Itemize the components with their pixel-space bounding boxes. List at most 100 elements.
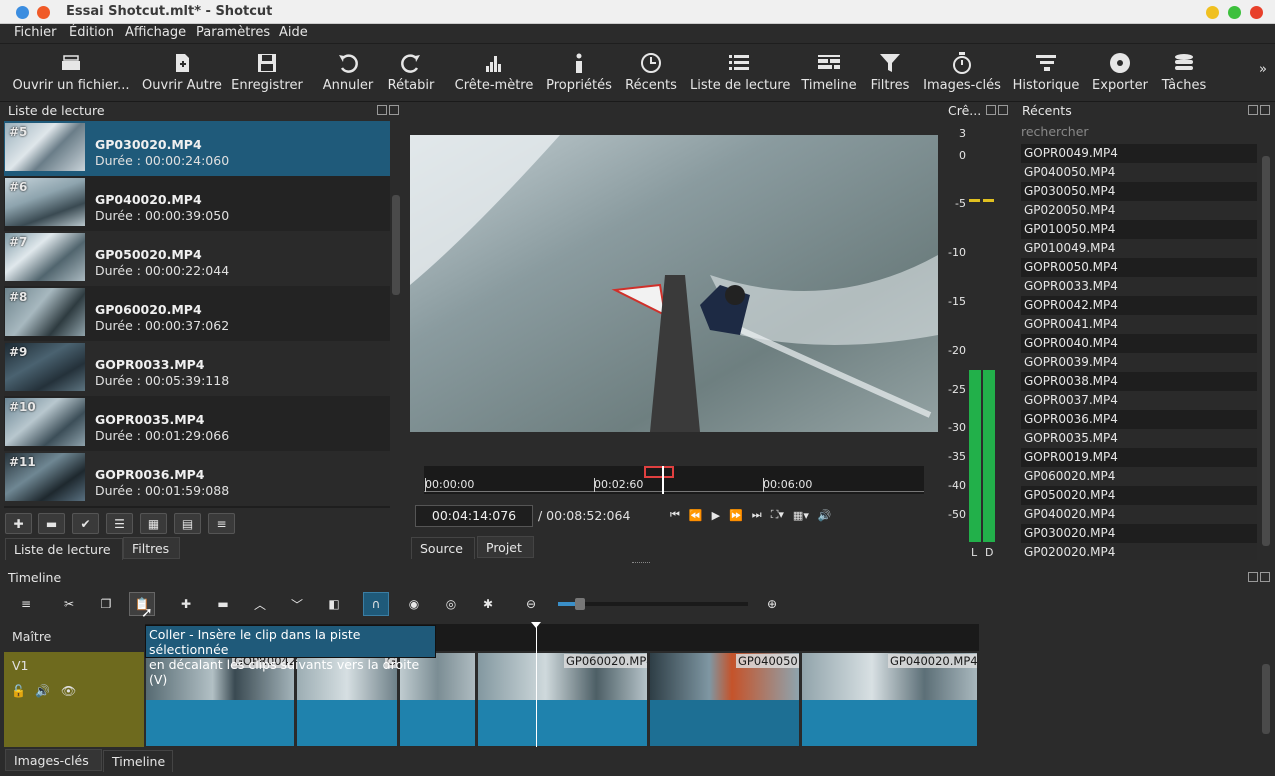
meter-dock-buttons[interactable]: [986, 105, 1008, 117]
toolbar-overflow-button[interactable]: »: [1256, 44, 1270, 102]
float-icon[interactable]: [1248, 105, 1258, 115]
skip-previous-icon[interactable]: ⏮: [670, 508, 680, 522]
list-item[interactable]: GP020050.MP4: [1021, 201, 1257, 220]
tiles-view-button[interactable]: ▤: [174, 513, 201, 534]
jobs-button[interactable]: Tâches: [1158, 44, 1210, 102]
skip-next-icon[interactable]: ⏭: [752, 508, 762, 522]
list-item[interactable]: GOPR0038.MP4: [1021, 372, 1257, 391]
fast-forward-icon[interactable]: ⏩: [729, 509, 743, 522]
playlist-item[interactable]: #6 GP040020.MP4 Durée : 00:00:39:050: [4, 176, 390, 231]
list-item[interactable]: GOPR0037.MP4: [1021, 391, 1257, 410]
ripple-all-toggle[interactable]: ✱: [475, 592, 501, 616]
list-item[interactable]: GP040020.MP4: [1021, 505, 1257, 524]
cut-button[interactable]: ✂: [56, 592, 82, 616]
tab-keyframes[interactable]: Images-clés: [5, 749, 102, 771]
zoom-icon[interactable]: ⛶▾: [771, 508, 784, 522]
tab-timeline[interactable]: Timeline: [103, 750, 173, 772]
list-item[interactable]: GP040050.MP4: [1021, 163, 1257, 182]
list-item[interactable]: GP060020.MP4: [1021, 467, 1257, 486]
playlist-item[interactable]: #9 GOPR0033.MP4 Durée : 00:05:39:118: [4, 341, 390, 396]
float-icon[interactable]: [377, 105, 387, 115]
grid-toggle-icon[interactable]: ▦▾: [793, 509, 809, 522]
rewind-icon[interactable]: ⏪: [689, 509, 703, 522]
list-item[interactable]: GOPR0033.MP4: [1021, 277, 1257, 296]
playlist-item[interactable]: #8 GP060020.MP4 Durée : 00:00:37:062: [4, 286, 390, 341]
list-item[interactable]: GOPR0039.MP4: [1021, 353, 1257, 372]
filters-button[interactable]: Filtres: [866, 44, 914, 102]
remove-button[interactable]: ▬: [210, 592, 236, 616]
recents-dock-buttons[interactable]: [1248, 105, 1270, 117]
open-file-button[interactable]: Ouvrir un fichier...: [12, 44, 130, 102]
list-item[interactable]: GOPR0019.MP4: [1021, 448, 1257, 467]
zoom-in-button[interactable]: ⊕: [759, 592, 785, 616]
timeline-clip[interactable]: GP040020.MP4: [801, 652, 978, 747]
playlist-scrollbar[interactable]: [390, 121, 402, 508]
close-icon[interactable]: [1260, 572, 1270, 582]
list-item[interactable]: GP030020.MP4: [1021, 524, 1257, 543]
playlist-button[interactable]: Liste de lecture: [690, 44, 790, 102]
overwrite-button[interactable]: ﹀: [284, 592, 310, 616]
close-button[interactable]: [1250, 6, 1263, 19]
list-item[interactable]: GP030050.MP4: [1021, 182, 1257, 201]
list-item[interactable]: GOPR0050.MP4: [1021, 258, 1257, 277]
playlist-menu-button[interactable]: ≡: [208, 513, 235, 534]
remove-button[interactable]: ▬: [38, 513, 65, 534]
playlist-list[interactable]: #5 GP030020.MP4 Durée : 00:00:24:060 #6 …: [4, 121, 390, 508]
position-timecode-input[interactable]: 00:04:14:076: [415, 505, 533, 527]
v1-track-head[interactable]: V1 🔓 🔊 👁: [4, 652, 144, 747]
in-out-markers[interactable]: [644, 466, 674, 478]
split-button[interactable]: ◧: [321, 592, 347, 616]
list-item[interactable]: GOPR0036.MP4: [1021, 410, 1257, 429]
scrub-toggle[interactable]: ◉: [401, 592, 427, 616]
close-icon[interactable]: [389, 105, 399, 115]
save-button[interactable]: Enregistrer: [230, 44, 304, 102]
update-button[interactable]: ✔: [72, 513, 99, 534]
list-item[interactable]: GOPR0035.MP4: [1021, 429, 1257, 448]
list-item[interactable]: GP010049.MP4: [1021, 239, 1257, 258]
volume-icon[interactable]: 🔊: [818, 509, 832, 522]
tab-playlist[interactable]: Liste de lecture: [5, 538, 123, 560]
menu-dot-icon[interactable]: [16, 6, 29, 19]
list-item[interactable]: GP050020.MP4: [1021, 486, 1257, 505]
tab-project[interactable]: Projet: [477, 536, 534, 558]
float-icon[interactable]: [986, 105, 996, 115]
splitter-handle[interactable]: [632, 562, 650, 566]
list-item[interactable]: GP010050.MP4: [1021, 220, 1257, 239]
menu-fichier[interactable]: Fichier: [14, 25, 57, 40]
lock-icon[interactable]: 🔓: [11, 684, 26, 698]
timeline-button[interactable]: Timeline: [800, 44, 858, 102]
tab-filters[interactable]: Filtres: [123, 537, 180, 559]
icons-view-button[interactable]: ▦: [140, 513, 167, 534]
close-dot-icon[interactable]: [37, 6, 50, 19]
redo-button[interactable]: Rétabir: [384, 44, 438, 102]
timeline-dock-buttons[interactable]: [1248, 572, 1270, 584]
minimize-button[interactable]: [1206, 6, 1219, 19]
export-button[interactable]: Exporter: [1090, 44, 1150, 102]
menu-aide[interactable]: Aide: [279, 25, 308, 40]
playlist-item[interactable]: #7 GP050020.MP4 Durée : 00:00:22:044: [4, 231, 390, 286]
recents-search-input[interactable]: rechercher: [1018, 121, 1272, 143]
open-other-button[interactable]: Ouvrir Autre: [140, 44, 224, 102]
append-button[interactable]: ✚: [173, 592, 199, 616]
close-icon[interactable]: [998, 105, 1008, 115]
timeline-scrollbar[interactable]: [1260, 652, 1272, 746]
ripple-toggle[interactable]: ◎: [438, 592, 464, 616]
mute-icon[interactable]: 🔊: [35, 684, 50, 698]
lift-button[interactable]: ︿: [247, 592, 273, 616]
zoom-slider[interactable]: [558, 598, 748, 610]
recents-list[interactable]: GOPR0049.MP4 GP040050.MP4 GP030050.MP4 G…: [1021, 144, 1257, 560]
undo-button[interactable]: Annuler: [320, 44, 376, 102]
playlist-item[interactable]: #10 GOPR0035.MP4 Durée : 00:01:29:066: [4, 396, 390, 451]
list-item[interactable]: GOPR0041.MP4: [1021, 315, 1257, 334]
menu-affichage[interactable]: Affichage: [125, 25, 186, 40]
video-frame[interactable]: [410, 135, 938, 432]
maximize-button[interactable]: [1228, 6, 1241, 19]
timeline-clip[interactable]: GP060020.MP4: [477, 652, 648, 747]
add-button[interactable]: ✚: [5, 513, 32, 534]
eye-icon[interactable]: 👁: [61, 684, 76, 698]
scrubber[interactable]: 00:00:00 00:02:60 00:06:00: [424, 466, 924, 494]
playlist-dock-buttons[interactable]: [377, 105, 399, 117]
details-view-button[interactable]: ☰: [106, 513, 133, 534]
recents-scrollbar[interactable]: [1260, 144, 1272, 560]
float-icon[interactable]: [1248, 572, 1258, 582]
